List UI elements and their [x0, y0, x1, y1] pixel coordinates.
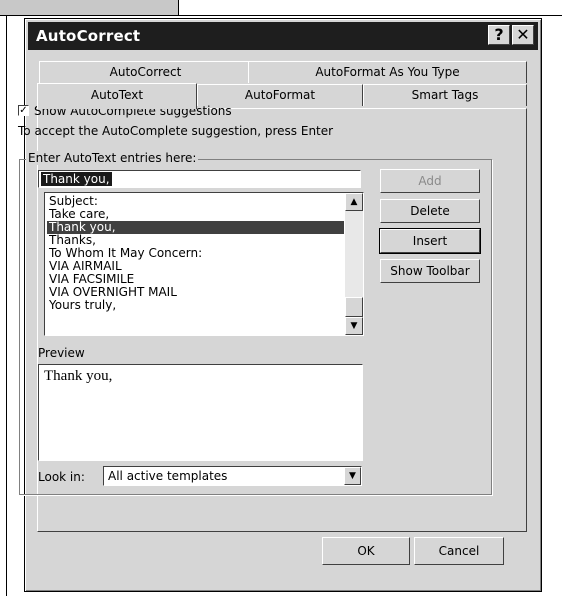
list-item[interactable]: Yours truly,	[47, 299, 344, 312]
entry-input-text: Thank you,	[41, 172, 112, 186]
tab-strip: AutoCorrect AutoFormat As You Type AutoT…	[37, 61, 527, 111]
question-icon: ?	[494, 25, 504, 44]
chevron-down-icon: ▼	[349, 471, 356, 481]
close-button[interactable]: ✕	[512, 25, 534, 45]
ok-button[interactable]: OK	[322, 537, 410, 565]
list-scrollbar[interactable]: ▲ ▼	[345, 193, 363, 335]
dialog-title: AutoCorrect	[36, 27, 141, 45]
dropdown-button[interactable]: ▼	[344, 467, 361, 485]
look-in-label: Look in:	[38, 470, 85, 484]
show-toolbar-button[interactable]: Show Toolbar	[380, 259, 480, 283]
add-button[interactable]: Add	[380, 169, 480, 193]
check-icon: ✓	[19, 105, 28, 116]
look-in-value: All active templates	[108, 469, 228, 483]
arrow-up-icon: ▲	[350, 197, 358, 207]
delete-button[interactable]: Delete	[380, 199, 480, 223]
help-button[interactable]: ?	[488, 25, 510, 45]
tab-autotext[interactable]: AutoText	[37, 83, 197, 109]
tab-autocorrect[interactable]: AutoCorrect	[39, 61, 252, 83]
background-tab	[0, 0, 179, 16]
tab-autoformat-as-you-type[interactable]: AutoFormat As You Type	[248, 61, 527, 83]
autocomplete-checkbox[interactable]: ✓	[18, 105, 29, 116]
tab-autoformat[interactable]: AutoFormat	[197, 84, 363, 106]
background-strip	[0, 16, 7, 596]
preview-box: Thank you,	[38, 364, 363, 461]
preview-label: Preview	[38, 346, 85, 360]
close-icon: ✕	[516, 25, 530, 44]
preview-text: Thank you,	[44, 368, 113, 384]
entries-group-label: Enter AutoText entries here:	[26, 151, 199, 165]
title-bar[interactable]: AutoCorrect ? ✕	[28, 22, 538, 50]
scroll-thumb[interactable]	[345, 297, 363, 317]
look-in-dropdown[interactable]: All active templates ▼	[103, 466, 362, 486]
background-divider	[179, 15, 562, 16]
cancel-button[interactable]: Cancel	[414, 537, 504, 565]
tab-smart-tags[interactable]: Smart Tags	[363, 84, 527, 106]
scroll-down-button[interactable]: ▼	[345, 317, 363, 335]
insert-button[interactable]: Insert	[379, 228, 481, 254]
autocomplete-hint: To accept the AutoComplete suggestion, p…	[18, 124, 334, 138]
arrow-down-icon: ▼	[350, 321, 358, 331]
autotext-list[interactable]: Subject: Take care, Thank you, Thanks, T…	[44, 192, 364, 336]
autotext-entry-input[interactable]: Thank you,	[38, 170, 361, 188]
scroll-up-button[interactable]: ▲	[345, 193, 363, 211]
